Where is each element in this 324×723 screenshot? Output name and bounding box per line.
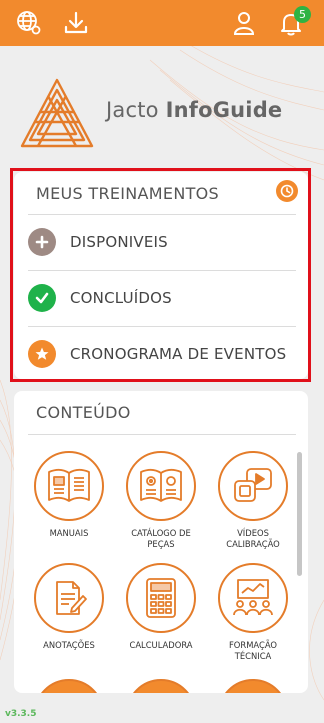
app-title: Jacto InfoGuide [106, 98, 283, 122]
notes-icon [34, 563, 104, 633]
content-item-videos[interactable]: VÍDEOS CALIBRAÇÃO [210, 451, 296, 550]
trainings-item-label: CONCLUÍDOS [70, 289, 172, 307]
trainings-item-disponiveis[interactable]: DISPONIVEIS [14, 214, 290, 270]
plus-circle-icon [28, 228, 56, 256]
check-circle-icon [28, 284, 56, 312]
content-item-calculadora[interactable]: CALCULADORA [118, 563, 204, 651]
parts-catalog-icon [126, 451, 196, 521]
brand-header: Jacto InfoGuide [14, 72, 314, 162]
divider [28, 434, 296, 435]
content-item-label: CATÁLOGO DE PEÇAS [131, 528, 191, 549]
content-scrollbar[interactable] [297, 452, 302, 576]
top-bar: 5 [0, 0, 324, 46]
content-item-manuais[interactable]: MANUAIS [26, 451, 112, 539]
content-item-label: CALCULADORA [129, 640, 193, 650]
star-circle-icon [28, 340, 56, 368]
calculator-icon [126, 563, 196, 633]
content-card: CONTEÚDO MANUAIS CATÁLOGO DE PEÇAS VÍDEO… [14, 391, 308, 693]
trainings-title: MEUS TREINAMENTOS [36, 184, 220, 203]
content-item-formacao[interactable]: FORMAÇÃO TÉCNICA [210, 563, 296, 662]
history-clock-icon[interactable] [276, 180, 298, 202]
trainings-item-cronograma[interactable]: CRONOGRAMA DE EVENTOS [14, 326, 290, 382]
trainings-item-label: CRONOGRAMA DE EVENTOS [70, 345, 287, 363]
trainings-item-concluidos[interactable]: CONCLUÍDOS [14, 270, 290, 326]
content-item-label: ANOTAÇÕES [43, 640, 95, 650]
content-item-label: FORMAÇÃO TÉCNICA [228, 640, 278, 661]
content-item-partial[interactable] [218, 679, 288, 693]
open-book-icon [34, 451, 104, 521]
content-item-label: MANUAIS [49, 528, 89, 538]
trainings-card: MEUS TREINAMENTOS DISPONIVEIS CONCLUÍDOS… [14, 172, 308, 379]
training-presentation-icon [218, 563, 288, 633]
content-title: CONTEÚDO [36, 403, 131, 422]
bell-icon[interactable]: 5 [274, 6, 311, 40]
download-icon[interactable] [59, 6, 93, 40]
content-item-label: VÍDEOS CALIBRAÇÃO [226, 528, 280, 549]
jacto-logo-icon [20, 78, 94, 148]
trainings-item-label: DISPONIVEIS [70, 233, 168, 251]
globe-settings-icon[interactable] [12, 6, 46, 40]
version-label: v3.3.5 [5, 709, 37, 719]
content-item-anotacoes[interactable]: ANOTAÇÕES [26, 563, 112, 651]
content-item-partial[interactable] [34, 679, 104, 693]
content-item-catalogo[interactable]: CATÁLOGO DE PEÇAS [118, 451, 204, 550]
user-icon[interactable] [227, 6, 261, 40]
content-item-partial[interactable] [126, 679, 196, 693]
notification-count-badge: 5 [294, 6, 311, 23]
video-icon [218, 451, 288, 521]
